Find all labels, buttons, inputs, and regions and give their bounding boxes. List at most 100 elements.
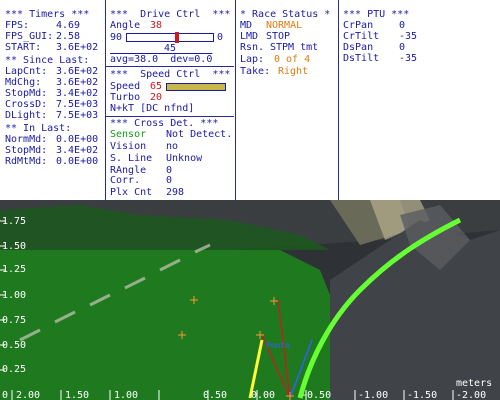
y-tick: 1.50 (2, 241, 26, 252)
field-overlay (0, 250, 340, 400)
fps-gui-value: 2.58 (56, 31, 81, 42)
crpan-value: 0 (399, 20, 406, 31)
fps-label: FPS: (5, 20, 30, 31)
lap-value: 0 of 4 (274, 54, 311, 65)
timers-panel: *** Timers *** FPS: 4.69 FPS_GUI: 2.58 S… (0, 0, 103, 200)
cross-det-header: *** Cross Det. *** (110, 118, 219, 129)
take-label: Take: (240, 66, 271, 77)
in-last-header: ** In Last: (5, 123, 72, 134)
race-status-header: * Race Status * (240, 9, 331, 20)
since-last-header: ** Since Last: (5, 55, 90, 66)
camera-view[interactable]: Ponto 1.75 1.50 1.25 1.00 0.75 0.50 0.25 (0, 200, 500, 400)
dstilt-value: -35 (399, 53, 418, 64)
rdmtmd-value: 0.0E+00 (56, 156, 99, 167)
x-tick: 1.50 (65, 390, 89, 400)
angle-slider[interactable] (126, 32, 214, 43)
take-value: Right (278, 66, 309, 77)
x-tick: 1.00 (114, 390, 138, 400)
dstilt-label: DsTilt (343, 53, 380, 64)
y-tick: 0.25 (2, 364, 26, 375)
ptu-panel: *** PTU *** CrPan 0 CrTilt -35 DsPan 0 D… (339, 0, 500, 200)
angle-label: Angle (110, 20, 141, 31)
turbo-label: Turbo (110, 92, 141, 103)
x-tick: -1.00 (358, 390, 388, 400)
md-value: NORMAL (266, 20, 303, 31)
x-tick: 0.50 (203, 390, 227, 400)
slider-min-label: 90 (110, 32, 123, 43)
y-tick: 1.75 (2, 216, 26, 227)
crossd-label: CrossD: (5, 99, 48, 110)
speed-value: 65 (150, 81, 163, 92)
sline-label: S. Line (110, 153, 153, 164)
crossd-value: 7.5E+03 (56, 99, 99, 110)
angle-slider-knob[interactable] (175, 32, 179, 43)
sline-value: Unknow (166, 153, 203, 164)
stopmd-label: StopMd: (5, 88, 48, 99)
corr-label: Corr. (110, 175, 141, 186)
fps-value: 4.69 (56, 20, 81, 31)
race-status-panel: * Race Status * MD NORMAL LMD STOP Rsn. … (236, 0, 336, 200)
x-tick: -0.50 (301, 390, 331, 400)
nkt-text: N+kT [DC nfnd] (110, 103, 195, 114)
y-tick: 0.50 (2, 340, 26, 351)
speed-bar-fill (167, 84, 225, 90)
separator (106, 66, 234, 67)
x-tick: 2.00 (16, 390, 40, 400)
separator (106, 116, 234, 117)
drive-ctrl-header: *** Drive Ctrl *** (110, 9, 231, 20)
speed-ctrl-header: *** Speed Ctrl *** (110, 69, 231, 80)
plxcnt-label: Plx Cnt (110, 187, 153, 198)
stopmd2-value: 3.4E+02 (56, 145, 99, 156)
plxcnt-value: 298 (166, 187, 185, 198)
lmd-label: LMD (240, 31, 259, 42)
y-tick: 0.75 (2, 315, 26, 326)
timers-header: *** Timers *** (5, 9, 90, 20)
crtilt-label: CrTilt (343, 31, 380, 42)
dspan-value: 0 (399, 42, 406, 53)
slider-max-label: 0 (217, 32, 224, 43)
lmd-value: STOP (266, 31, 291, 42)
x-tick: -1.50 (407, 390, 437, 400)
x-tick: 0.00 (251, 390, 275, 400)
normmd-value: 0.0E+00 (56, 134, 99, 145)
angle-value: 38 (150, 20, 163, 31)
sensor-value: Not Detect. (166, 129, 233, 140)
slider-center-label: 45 (164, 43, 177, 54)
sensor-label: Sensor (110, 129, 147, 140)
start-value: 3.6E+02 (56, 42, 99, 53)
rsn-label: Rsn. (240, 42, 265, 53)
crtilt-value: -35 (399, 31, 418, 42)
turbo-value: 20 (150, 92, 163, 103)
drive-panel: *** Drive Ctrl *** Angle 38 90 0 45 avg=… (106, 0, 234, 200)
start-label: START: (5, 42, 42, 53)
y-tick: 1.00 (2, 290, 26, 301)
ptu-header: *** PTU *** (343, 9, 410, 20)
dspan-label: DsPan (343, 42, 374, 53)
speed-bar (166, 83, 226, 91)
units-label: meters (456, 378, 492, 389)
y-tick: 1.25 (2, 264, 26, 275)
rsn-value: STPM tmt (270, 42, 319, 53)
avg-dev-text: avg=38.0 dev=0.0 (110, 54, 213, 65)
fps-gui-label: FPS_GUI: (5, 31, 54, 42)
dlight-label: DLight: (5, 110, 48, 121)
rdmtmd-label: RdMtMd: (5, 156, 48, 167)
md-label: MD (240, 20, 253, 31)
x-tick: -2.00 (456, 390, 486, 400)
stopmd-value: 3.4E+02 (56, 88, 99, 99)
stopmd2-label: StopMd: (5, 145, 48, 156)
mdchg-value: 3.6E+02 (56, 77, 99, 88)
overlay-label: Ponto (266, 341, 290, 350)
crpan-label: CrPan (343, 20, 374, 31)
vision-label: Vision (110, 141, 147, 152)
x-tick: 0 (2, 390, 8, 400)
dlight-value: 7.5E+03 (56, 110, 99, 121)
lap-label: Lap: (240, 54, 265, 65)
normmd-label: NormMd: (5, 134, 48, 145)
corr-value: 0 (166, 175, 173, 186)
vision-value: no (166, 141, 179, 152)
mdchg-label: MdChg: (5, 77, 42, 88)
lapcnt-label: LapCnt: (5, 66, 48, 77)
speed-label: Speed (110, 81, 141, 92)
lapcnt-value: 3.6E+02 (56, 66, 99, 77)
